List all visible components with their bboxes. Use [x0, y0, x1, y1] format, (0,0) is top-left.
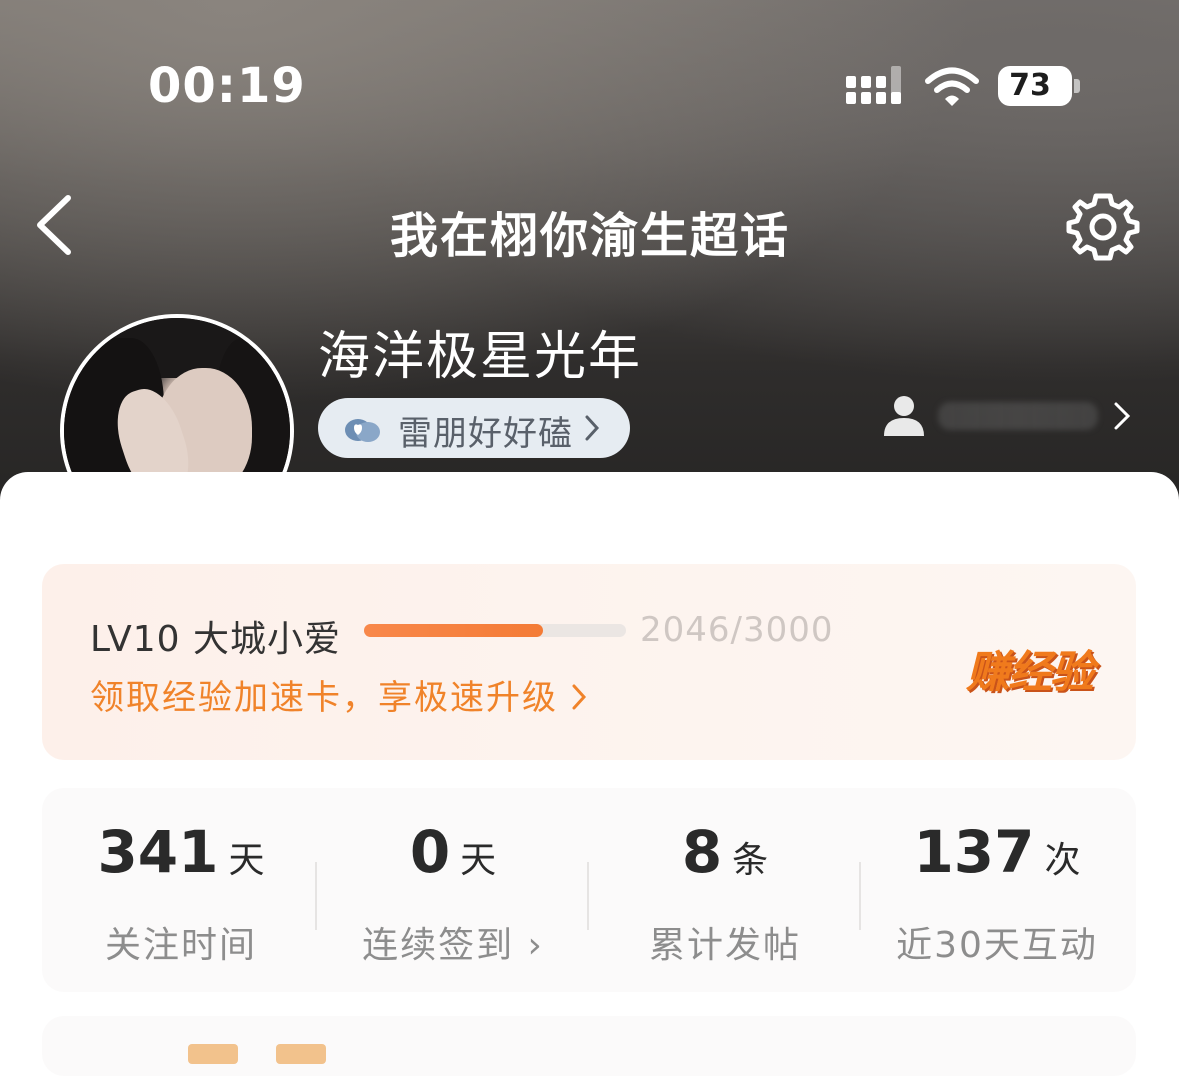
- stat-unit: 天: [228, 840, 265, 881]
- stat-label: 近30天互动: [896, 925, 1098, 966]
- divider: [587, 862, 589, 930]
- stat-label[interactable]: 连续签到 ›: [318, 916, 588, 968]
- stat-unit: 天: [460, 840, 497, 881]
- user-name: 海洋极星光年: [318, 327, 643, 387]
- level-name: LV10 大城小爱: [90, 619, 341, 660]
- stat-unit: 次: [1044, 840, 1081, 881]
- battery-tip: [1074, 79, 1080, 93]
- status-time: 00:19: [148, 58, 306, 114]
- level-progress-text: 2046/3000: [640, 610, 834, 650]
- stat-number: 341: [97, 818, 219, 886]
- back-button[interactable]: [30, 192, 80, 258]
- chevron-right-icon: [585, 415, 600, 441]
- blurred-text: [938, 402, 1098, 430]
- level-progress-fill: [364, 624, 543, 637]
- stat-posts: 8条: [590, 818, 860, 886]
- stat-number: 0: [409, 818, 451, 886]
- peek-icon: [276, 1044, 326, 1064]
- page-title: 我在栩你渝生超话: [389, 208, 790, 264]
- stat-follow-days: 341 天: [46, 818, 316, 886]
- cellular-signal-icon: [846, 66, 901, 104]
- stat-number: 8: [681, 818, 723, 886]
- cloud-heart-icon: [345, 419, 380, 442]
- group-chip-label: 雷朋好好磕: [398, 414, 573, 454]
- divider: [315, 862, 317, 930]
- stat-unit: 条: [732, 840, 769, 881]
- stat-interactions: 137 次: [862, 818, 1132, 886]
- stat-number: 137: [913, 818, 1035, 886]
- battery-indicator: 73: [998, 66, 1072, 106]
- peek-icon: [188, 1044, 238, 1064]
- chevron-right-icon: [572, 684, 587, 710]
- earn-experience-button[interactable]: 赚经验: [966, 636, 1094, 700]
- battery-level: 73: [1009, 68, 1051, 103]
- wifi-icon: [925, 67, 979, 106]
- stat-checkin-days[interactable]: 0天: [318, 818, 588, 886]
- stat-label: 关注时间: [104, 925, 257, 966]
- person-icon[interactable]: [882, 394, 926, 436]
- promo-link[interactable]: 领取经验加速卡，享极速升级: [90, 670, 558, 719]
- divider: [859, 862, 861, 930]
- settings-gear-icon[interactable]: [1066, 190, 1140, 264]
- chevron-right-icon[interactable]: [1112, 400, 1132, 432]
- stat-label: 累计发帖: [648, 925, 801, 966]
